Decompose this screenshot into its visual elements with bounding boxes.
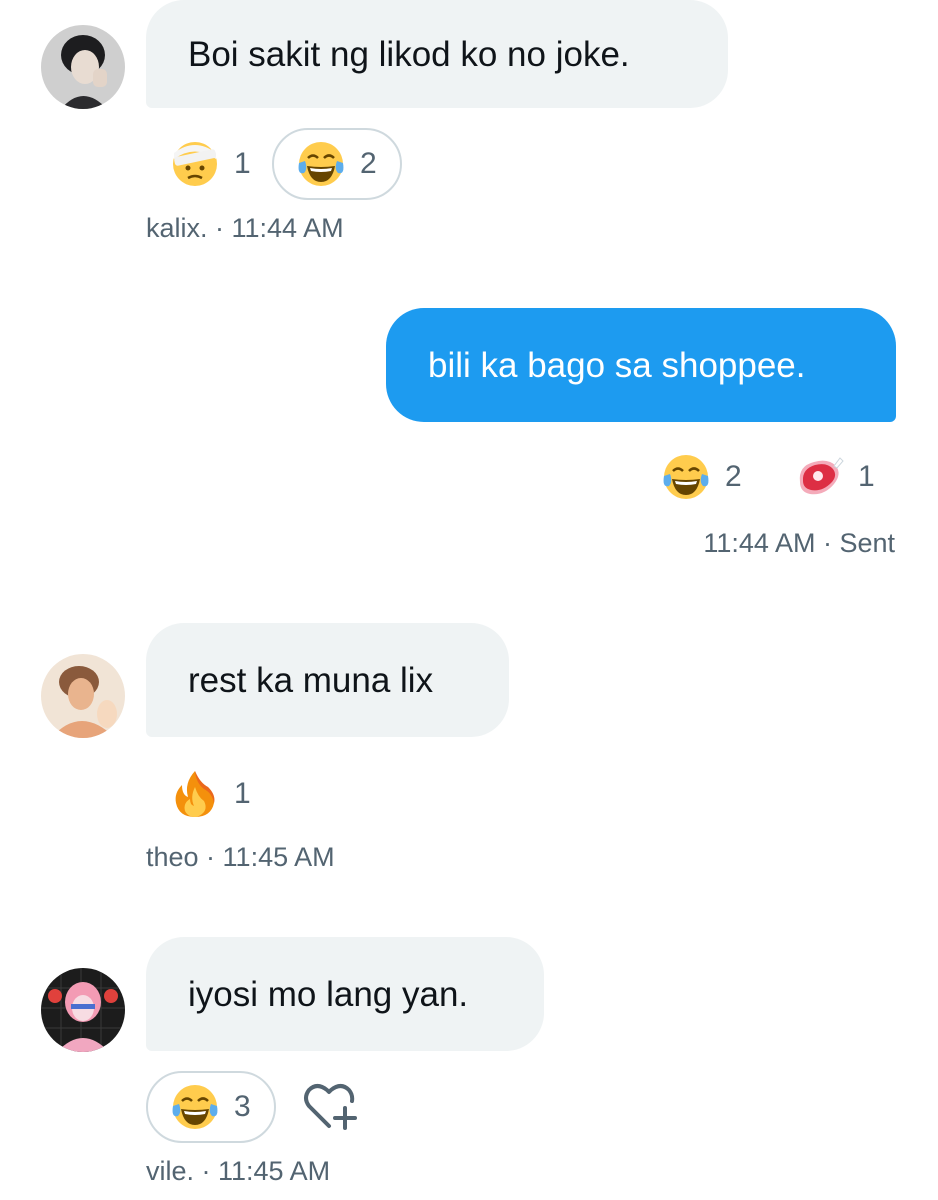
- message-bubble[interactable]: bili ka bago sa shoppee.: [386, 308, 896, 422]
- tears-of-joy-emoji: [661, 452, 711, 502]
- message-text: rest ka muna lix: [188, 660, 434, 700]
- reaction-tears-of-joy[interactable]: 3: [146, 1071, 276, 1143]
- tears-of-joy-emoji: [296, 139, 346, 189]
- reaction-count: 3: [234, 1090, 251, 1123]
- reaction-bandaged-face[interactable]: 1: [148, 128, 273, 200]
- reaction-tears-of-joy[interactable]: 2: [272, 128, 402, 200]
- reaction-count: 2: [725, 460, 742, 493]
- message-meta: kalix. · 11:44 AM: [146, 213, 344, 243]
- message-text: bili ka bago sa shoppee.: [428, 345, 806, 385]
- reaction-count: 2: [360, 147, 377, 180]
- message-bubble[interactable]: Boi sakit ng likod ko no joke.: [146, 0, 728, 108]
- reaction-fire[interactable]: 1: [148, 758, 273, 830]
- reaction-count: 1: [858, 460, 875, 493]
- avatar-theo[interactable]: [41, 654, 125, 738]
- avatar-kalix[interactable]: [41, 25, 125, 109]
- heart-plus-icon[interactable]: [300, 1077, 360, 1137]
- bandaged-face-emoji: [170, 139, 220, 189]
- reaction-count: 1: [234, 147, 251, 180]
- tears-of-joy-emoji: [170, 1082, 220, 1132]
- conversation-thread: Boi sakit ng likod ko no joke. 1 2 kalix…: [0, 0, 938, 1200]
- meat-emoji: [794, 452, 844, 502]
- fire-emoji: [170, 769, 220, 819]
- avatar-vile[interactable]: [41, 968, 125, 1052]
- message-meta: theo · 11:45 AM: [146, 842, 335, 872]
- message-bubble[interactable]: rest ka muna lix: [146, 623, 509, 737]
- message-meta: 11:44 AM · Sent: [703, 528, 895, 558]
- reaction-tears-of-joy[interactable]: 2: [639, 441, 764, 513]
- message-text: iyosi mo lang yan.: [188, 974, 469, 1014]
- message-bubble[interactable]: iyosi mo lang yan.: [146, 937, 544, 1051]
- reaction-count: 1: [234, 777, 251, 810]
- message-meta: vile. · 11:45 AM: [146, 1156, 331, 1186]
- reaction-meat[interactable]: 1: [772, 441, 897, 513]
- message-text: Boi sakit ng likod ko no joke.: [188, 34, 630, 74]
